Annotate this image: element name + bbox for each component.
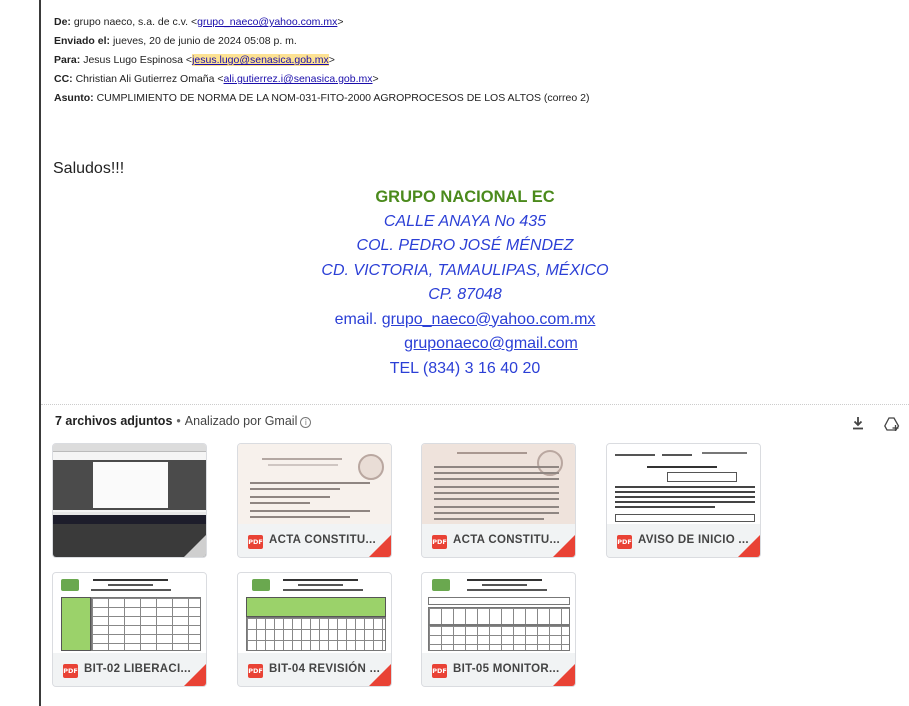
pdf-icon: PDF [617, 535, 632, 549]
attachments-header: 7 archivos adjuntos • Analizado por Gmail i [55, 414, 312, 428]
subject-value: CUMPLIMIENTO DE NORMA DE LA NOM-031-FITO… [96, 92, 590, 104]
tile-corner [553, 664, 575, 686]
tile-corner [184, 664, 206, 686]
signature-email2-link[interactable]: gruponaeco@gmail.com [404, 335, 578, 352]
bit02-thumbnail [53, 573, 206, 653]
attachment-tile-bit05[interactable]: PDF BIT-05 MONITOR... [421, 572, 576, 687]
dot-separator: • [176, 414, 181, 428]
cc-close: > [372, 73, 379, 85]
from-label: De: [54, 16, 71, 28]
signature-email1-link[interactable]: grupo_naeco@yahoo.com.mx [382, 311, 596, 328]
signature-email-prefix: email. [334, 310, 378, 328]
acta-thumbnail [422, 444, 575, 524]
sent-row: Enviado el: jueves, 20 de junio de 2024 … [54, 32, 589, 51]
bit05-thumbnail [422, 573, 575, 653]
tile-corner [553, 535, 575, 557]
attachment-name: AVISO DE INICIO ... [638, 534, 749, 546]
pdf-icon: PDF [432, 664, 447, 678]
greeting: Saludos!!! [53, 160, 125, 177]
acta-thumbnail [238, 444, 391, 524]
subject-row: Asunto: CUMPLIMIENTO DE NORMA DE LA NOM-… [54, 89, 589, 108]
signature-tel: TEL (834) 3 16 40 20 [389, 359, 541, 377]
attachment-name: BIT-05 MONITOR... [453, 663, 560, 675]
aviso-thumbnail [607, 444, 760, 524]
cc-name: Christian Ali Gutierrez Omaña < [75, 73, 224, 85]
signature-postal: CP. 87048 [428, 286, 502, 303]
tile-corner [369, 664, 391, 686]
screenshot-thumbnail [53, 444, 206, 524]
attachment-tile-screenshot[interactable] [52, 443, 207, 558]
to-address-link[interactable]: jesus.lugo@senasica.gob.mx [192, 54, 329, 66]
tile-corner [369, 535, 391, 557]
sent-label: Enviado el: [54, 35, 111, 47]
to-close: > [328, 54, 335, 66]
attachment-name: BIT-02 LIBERACI... [84, 663, 191, 675]
signature-address2: COL. PEDRO JOSÉ MÉNDEZ [356, 237, 574, 254]
signature-address1: CALLE ANAYA No 435 [383, 212, 547, 230]
email-headers: De: grupo naeco, s.a. de c.v. <grupo_nae… [54, 13, 589, 108]
from-close: > [337, 16, 344, 28]
signature-address3: CD. VICTORIA, TAMAULIPAS, MÉXICO [321, 261, 609, 279]
attachment-tile-bit02[interactable]: PDF BIT-02 LIBERACI... [52, 572, 207, 687]
info-icon[interactable]: i [300, 417, 312, 428]
bit04-thumbnail [238, 573, 391, 653]
cc-label: CC: [54, 73, 73, 85]
attachment-tile-acta-1[interactable]: PDF ACTA CONSTITU... [237, 443, 392, 558]
to-name: Jesus Lugo Espinosa < [83, 54, 193, 66]
attachment-tile-aviso[interactable]: PDF AVISO DE INICIO ... [606, 443, 761, 558]
signature-company: GRUPO NACIONAL EC [375, 188, 555, 206]
pdf-icon: PDF [63, 664, 78, 678]
tile-corner [184, 535, 206, 557]
from-row: De: grupo naeco, s.a. de c.v. <grupo_nae… [54, 13, 589, 32]
attachments-separator [41, 404, 909, 405]
signature: GRUPO NACIONAL EC CALLE ANAYA No 435 COL… [240, 185, 690, 381]
to-label: Para: [54, 54, 81, 66]
sent-value: jueves, 20 de junio de 2024 05:08 p. m. [112, 35, 297, 47]
download-icon[interactable] [851, 416, 865, 430]
subject-label: Asunto: [54, 92, 94, 104]
left-border [39, 0, 41, 706]
pdf-icon: PDF [248, 664, 263, 678]
attachments-count: 7 archivos adjuntos [55, 414, 173, 428]
cc-address-link[interactable]: ali.gutierrez.i@senasica.gob.mx [224, 73, 373, 85]
scan-label: Analizado por Gmail [184, 414, 298, 428]
to-row: Para: Jesus Lugo Espinosa <jesus.lugo@se… [54, 51, 589, 70]
from-address-link[interactable]: grupo_naeco@yahoo.com.mx [197, 16, 337, 28]
attachment-tile-acta-2[interactable]: PDF ACTA CONSTITU... [421, 443, 576, 558]
attachment-name: ACTA CONSTITU... [453, 534, 561, 546]
attachment-tile-bit04[interactable]: PDF BIT-04 REVISIÓN ... [237, 572, 392, 687]
signature-email-line: email. grupo_naeco@yahoo.com.mx [240, 308, 690, 333]
tile-corner [738, 535, 760, 557]
add-to-drive-icon[interactable] [884, 416, 900, 432]
signature-email2-line: gruponaeco@gmail.com [240, 332, 690, 357]
cc-row: CC: Christian Ali Gutierrez Omaña <ali.g… [54, 70, 589, 89]
from-name: grupo naeco, s.a. de c.v. < [73, 16, 198, 28]
pdf-icon: PDF [248, 535, 263, 549]
attachment-name: ACTA CONSTITU... [269, 534, 377, 546]
pdf-icon: PDF [432, 535, 447, 549]
attachment-name: BIT-04 REVISIÓN ... [269, 663, 381, 675]
